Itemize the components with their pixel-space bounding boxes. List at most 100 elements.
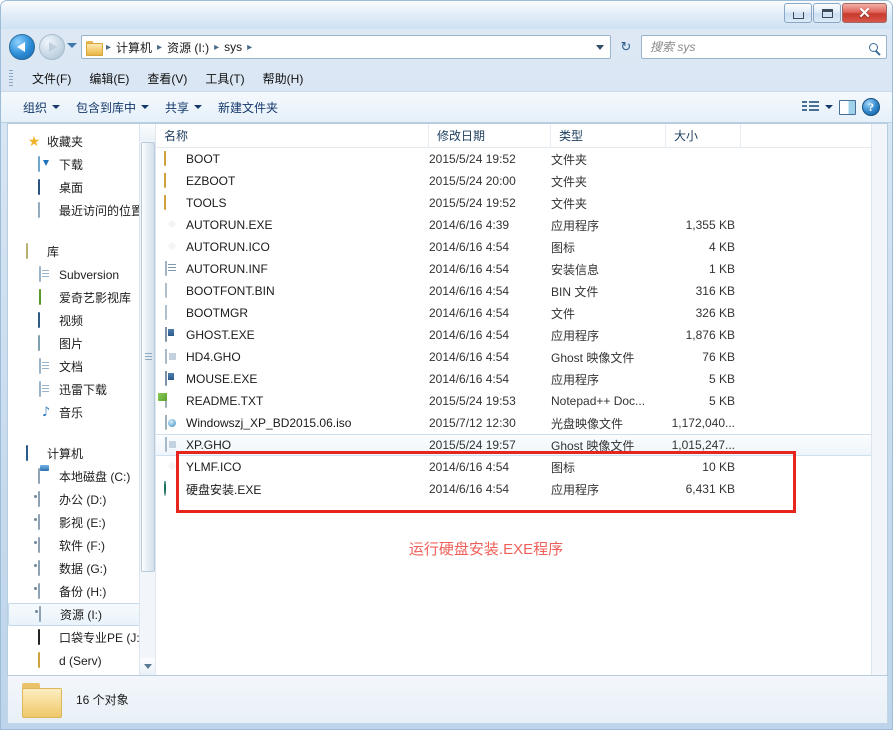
table-row[interactable]: BOOT 2015/5/24 19:52 文件夹 (156, 148, 887, 170)
table-row[interactable]: BOOTFONT.BIN 2014/6/16 4:54 BIN 文件 316 K… (156, 280, 887, 302)
recent-locations-dropdown[interactable] (67, 43, 77, 48)
table-row[interactable]: HD4.GHO 2014/6/16 4:54 Ghost 映像文件 76 KB (156, 346, 887, 368)
back-button[interactable] (9, 34, 35, 60)
drive-icon (38, 492, 54, 508)
table-row[interactable]: README.TXT 2015/5/24 19:53 Notepad++ Doc… (156, 390, 887, 412)
navigation-row: ▸ 计算机 ▸ 资源 (I:) ▸ sys ▸ ↻ (1, 29, 892, 65)
sidebar-item-libraries[interactable]: 库 (8, 240, 155, 263)
search-box[interactable] (641, 35, 887, 59)
refresh-button[interactable]: ↻ (615, 36, 637, 58)
sidebar-item-drive-d[interactable]: 办公 (D:) (8, 488, 155, 511)
table-row[interactable]: AUTORUN.INF 2014/6/16 4:54 安装信息 1 KB (156, 258, 887, 280)
sidebar-item-pictures[interactable]: 图片 (8, 332, 155, 355)
drive-icon (39, 607, 55, 623)
music-icon: ♪ (38, 405, 54, 421)
sidebar-item-desktop[interactable]: 桌面 (8, 176, 155, 199)
scrollbar-thumb[interactable] (141, 142, 155, 572)
organize-button[interactable]: 组织 (15, 95, 68, 120)
sidebar-item-videos[interactable]: 视频 (8, 309, 155, 332)
include-in-library-button[interactable]: 包含到库中 (68, 95, 157, 120)
file-name-cell[interactable]: 硬盘安装.EXE (156, 481, 429, 498)
table-row[interactable]: XP.GHO 2015/5/24 19:57 Ghost 映像文件 1,015,… (156, 434, 887, 456)
sidebar-item-d-serv[interactable]: d (Serv) (8, 649, 155, 672)
close-button[interactable]: ✕ (842, 3, 887, 23)
menu-item-help[interactable]: 帮助(H) (254, 67, 313, 90)
table-row[interactable]: MOUSE.EXE 2014/6/16 4:54 应用程序 5 KB (156, 368, 887, 390)
file-name-cell[interactable]: BOOTMGR (156, 305, 429, 321)
search-input[interactable] (650, 40, 869, 54)
sidebar-item-drive-j[interactable]: 口袋专业PE (J:) (8, 626, 155, 649)
table-row[interactable]: EZBOOT 2015/5/24 20:00 文件夹 (156, 170, 887, 192)
file-name-cell[interactable]: Windowszj_XP_BD2015.06.iso (156, 415, 429, 431)
column-header-date[interactable]: 修改日期 (429, 124, 551, 148)
sidebar-item-thunder-download[interactable]: 迅雷下载 (8, 378, 155, 401)
preview-pane-icon[interactable] (839, 100, 856, 115)
file-name-cell[interactable]: EZBOOT (156, 173, 429, 189)
table-row[interactable]: BOOTMGR 2014/6/16 4:54 文件 326 KB (156, 302, 887, 324)
table-row[interactable]: YLMF.ICO 2014/6/16 4:54 图标 10 KB (156, 456, 887, 478)
menu-item-edit[interactable]: 编辑(E) (80, 67, 138, 90)
file-name-cell[interactable]: YLMF.ICO (156, 459, 429, 475)
chevron-down-icon[interactable] (825, 105, 833, 109)
file-name-cell[interactable]: README.TXT (156, 393, 429, 409)
file-name-cell[interactable]: AUTORUN.ICO (156, 239, 429, 255)
table-row[interactable]: 硬盘安装.EXE 2014/6/16 4:54 应用程序 6,431 KB (156, 478, 887, 500)
share-button[interactable]: 共享 (157, 95, 210, 120)
address-bar[interactable]: ▸ 计算机 ▸ 资源 (I:) ▸ sys ▸ (81, 35, 611, 59)
scroll-up-button[interactable] (140, 124, 156, 141)
sidebar-label: 库 (47, 243, 59, 260)
minimize-button[interactable] (784, 3, 812, 23)
address-dropdown-icon[interactable] (596, 45, 604, 50)
help-icon[interactable]: ? (862, 98, 880, 116)
table-row[interactable]: TOOLS 2015/5/24 19:52 文件夹 (156, 192, 887, 214)
file-name-cell[interactable]: XP.GHO (156, 437, 429, 453)
file-name-cell[interactable]: HD4.GHO (156, 349, 429, 365)
sidebar-item-drive-g[interactable]: 数据 (G:) (8, 557, 155, 580)
file-name-cell[interactable]: AUTORUN.INF (156, 261, 429, 277)
sidebar-item-music[interactable]: ♪ 音乐 (8, 401, 155, 424)
breadcrumb-item-sys[interactable]: sys (221, 40, 245, 54)
breadcrumb-item-computer[interactable]: 计算机 (113, 39, 155, 56)
sidebar-item-downloads[interactable]: 下载 (8, 153, 155, 176)
file-date-cell: 2015/7/12 12:30 (429, 416, 551, 430)
menu-grip-handle[interactable] (9, 70, 13, 86)
sidebar-item-drive-f[interactable]: 软件 (F:) (8, 534, 155, 557)
change-view-icon[interactable] (802, 100, 819, 114)
file-name-cell[interactable]: TOOLS (156, 195, 429, 211)
sidebar-label: 计算机 (47, 445, 83, 462)
column-header-name[interactable]: 名称 (156, 124, 429, 148)
sidebar-item-drive-i[interactable]: 资源 (I:) (8, 603, 155, 626)
maximize-button[interactable] (813, 3, 841, 23)
file-name-cell[interactable]: MOUSE.EXE (156, 371, 429, 387)
file-name-cell[interactable]: BOOTFONT.BIN (156, 283, 429, 299)
file-name-cell[interactable]: GHOST.EXE (156, 327, 429, 343)
sidebar-item-favorites[interactable]: ★ 收藏夹 (8, 130, 155, 153)
sidebar-item-subversion[interactable]: Subversion (8, 263, 155, 286)
sidebar-item-drive-h[interactable]: 备份 (H:) (8, 580, 155, 603)
organize-label: 组织 (23, 99, 47, 116)
table-row[interactable]: Windowszj_XP_BD2015.06.iso 2015/7/12 12:… (156, 412, 887, 434)
sidebar-item-documents[interactable]: 文档 (8, 355, 155, 378)
menu-item-tools[interactable]: 工具(T) (196, 67, 253, 90)
table-row[interactable]: GHOST.EXE 2014/6/16 4:54 应用程序 1,876 KB (156, 324, 887, 346)
table-row[interactable]: AUTORUN.EXE 2014/6/16 4:39 应用程序 1,355 KB (156, 214, 887, 236)
scroll-down-button[interactable] (140, 658, 156, 675)
file-name-cell[interactable]: BOOT (156, 151, 429, 167)
file-name-cell[interactable]: AUTORUN.EXE (156, 217, 429, 233)
navigation-scrollbar[interactable] (139, 124, 155, 675)
sidebar-item-drive-c[interactable]: 本地磁盘 (C:) (8, 465, 155, 488)
menu-item-file[interactable]: 文件(F) (23, 67, 80, 90)
column-header-type[interactable]: 类型 (551, 124, 666, 148)
sidebar-item-drive-e[interactable]: 影视 (E:) (8, 511, 155, 534)
breadcrumb-item-drive[interactable]: 资源 (I:) (164, 39, 212, 56)
sidebar-item-recent-places[interactable]: 最近访问的位置 (8, 199, 155, 222)
sidebar-item-computer[interactable]: 计算机 (8, 442, 155, 465)
sidebar-item-iqiyi[interactable]: 爱奇艺影视库 (8, 286, 155, 309)
column-header-size[interactable]: 大小 (666, 124, 741, 148)
table-row[interactable]: AUTORUN.ICO 2014/6/16 4:54 图标 4 KB (156, 236, 887, 258)
menu-item-view[interactable]: 查看(V) (138, 67, 196, 90)
sidebar-label: 数据 (G:) (59, 560, 107, 577)
forward-button[interactable] (39, 34, 65, 60)
file-list-scrollbar[interactable] (871, 124, 887, 675)
new-folder-button[interactable]: 新建文件夹 (210, 95, 286, 120)
